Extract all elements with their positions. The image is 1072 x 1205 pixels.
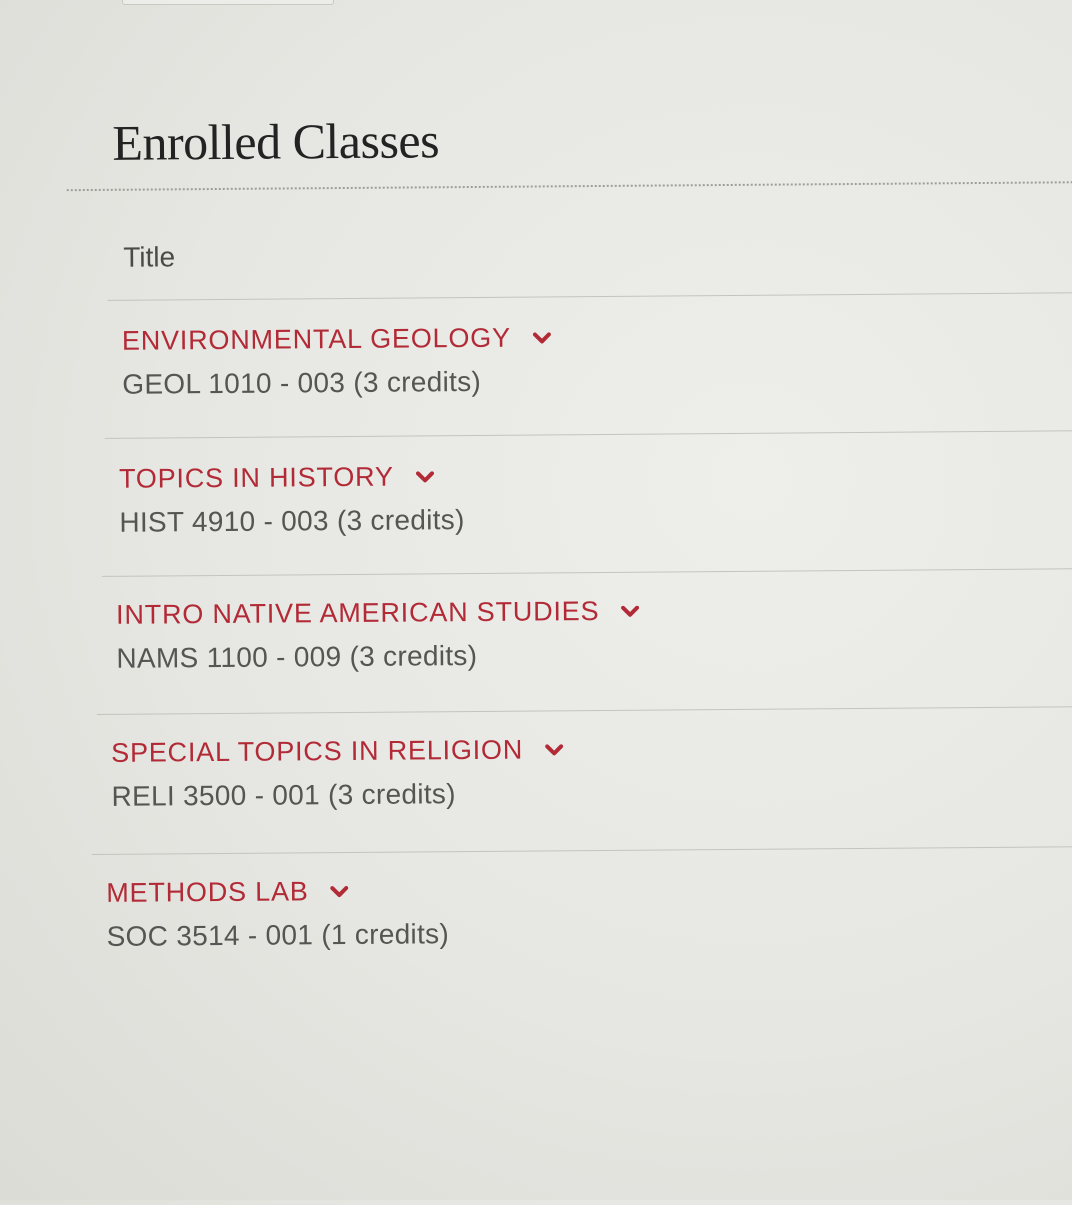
class-detail: NAMS 1100 - 009 (3 credits) <box>116 639 478 674</box>
class-title[interactable]: METHODS LAB <box>106 876 309 909</box>
title-divider <box>66 181 1072 192</box>
row-divider <box>91 846 1072 855</box>
class-detail: SOC 3514 - 001 (1 credits) <box>106 918 450 952</box>
class-toggle[interactable]: INTRO NATIVE AMERICAN STUDIES <box>116 596 640 631</box>
class-toggle[interactable]: TOPICS IN HISTORY <box>119 461 465 495</box>
chevron-down-icon[interactable] <box>330 885 349 897</box>
row-divider <box>107 292 1072 301</box>
row-divider <box>104 430 1072 439</box>
class-title[interactable]: ENVIRONMENTAL GEOLOGY <box>122 323 511 357</box>
class-detail: GEOL 1010 - 003 (3 credits) <box>122 365 482 400</box>
chevron-down-icon[interactable] <box>415 470 434 483</box>
class-title[interactable]: INTRO NATIVE AMERICAN STUDIES <box>116 596 599 631</box>
class-title[interactable]: TOPICS IN HISTORY <box>119 462 394 495</box>
class-toggle[interactable]: ENVIRONMENTAL GEOLOGY <box>122 322 551 356</box>
chevron-down-icon[interactable] <box>532 331 551 344</box>
section-title: Enrolled Classes <box>112 112 440 171</box>
class-detail: RELI 3500 - 001 (3 credits) <box>111 778 456 812</box>
class-toggle[interactable]: SPECIAL TOPICS IN RELIGION <box>111 734 564 769</box>
chevron-down-icon[interactable] <box>621 605 640 617</box>
chevron-down-icon[interactable] <box>545 743 564 756</box>
class-row: SPECIAL TOPICS IN RELIGION RELI 3500 - 0… <box>111 734 564 813</box>
class-detail: HIST 4910 - 003 (3 credits) <box>119 504 465 538</box>
enrolled-classes-panel: Enrolled Classes Title ENVIRONMENTAL GEO… <box>0 0 1072 1205</box>
class-title[interactable]: SPECIAL TOPICS IN RELIGION <box>111 735 523 769</box>
row-divider <box>101 568 1072 577</box>
row-divider <box>96 706 1072 715</box>
column-header-title: Title <box>123 241 176 273</box>
class-row: METHODS LAB SOC 3514 - 001 (1 credits) <box>106 875 449 953</box>
class-row: INTRO NATIVE AMERICAN STUDIES NAMS 1100 … <box>116 596 640 675</box>
class-row: TOPICS IN HISTORY HIST 4910 - 003 (3 cre… <box>119 461 465 539</box>
class-toggle[interactable]: METHODS LAB <box>106 875 449 909</box>
class-row: ENVIRONMENTAL GEOLOGY GEOL 1010 - 003 (3… <box>122 322 551 400</box>
